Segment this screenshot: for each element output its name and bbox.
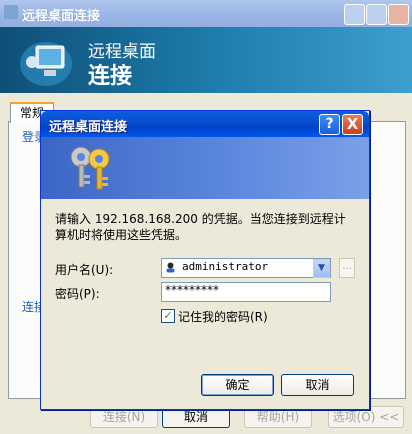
question-icon[interactable]: ? <box>319 114 340 135</box>
banner-line2: 连接 <box>88 64 133 89</box>
username-value: administrator <box>182 260 269 273</box>
close-icon[interactable]: X <box>342 114 363 135</box>
username-label: 用户名(U): <box>55 263 114 277</box>
dialog-title: 远程桌面连接 <box>49 120 128 135</box>
user-icon <box>166 262 175 273</box>
cancel-button[interactable]: 取消 <box>281 374 354 396</box>
chevron-down-icon[interactable]: ▼ <box>313 259 330 278</box>
password-label: 密码(P): <box>55 287 100 301</box>
app-icon <box>4 5 18 19</box>
credentials-dialog: 远程桌面连接 ? X 请输入 192.168.168.200 的凭据。当您连接到… <box>40 110 370 410</box>
keys-icon <box>70 146 110 190</box>
background-title: 远程桌面连接 <box>22 9 101 24</box>
background-close-button[interactable] <box>388 4 409 25</box>
credentials-message: 请输入 192.168.168.200 的凭据。当您连接到远程计算机时将使用这些… <box>55 212 346 242</box>
remember-password-label[interactable]: 记住我的密码(R) <box>178 308 268 325</box>
browse-button[interactable]: ... <box>339 258 355 278</box>
minimize-button[interactable] <box>344 4 365 25</box>
maximize-button[interactable] <box>366 4 387 25</box>
remember-password-checkbox[interactable]: ✓ <box>161 309 175 323</box>
ok-button[interactable]: 确定 <box>201 374 274 396</box>
monitor-icon <box>20 42 72 86</box>
password-mask: ********* <box>165 283 219 297</box>
